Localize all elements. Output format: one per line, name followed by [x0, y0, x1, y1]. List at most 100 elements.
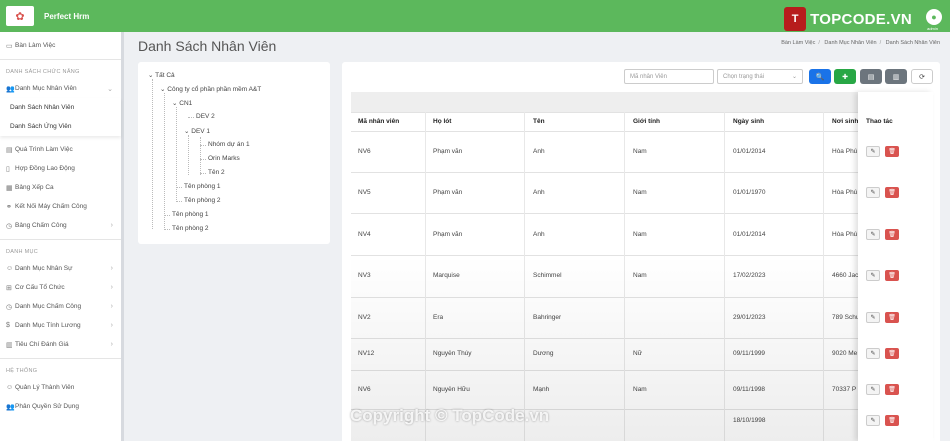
col-header-ho-lot[interactable]: Họ lót: [433, 118, 451, 125]
delete-button[interactable]: 🗑: [885, 146, 899, 157]
topcode-text: TOPCODE.VN: [810, 10, 912, 28]
sidebar-item-phan-quyen[interactable]: 👥 Phân Quyền Sử Dụng: [0, 397, 121, 416]
edit-button[interactable]: ✎: [866, 415, 880, 426]
edit-icon: ✎: [870, 387, 876, 393]
col-header-ngay-sinh[interactable]: Ngày sinh: [733, 118, 764, 125]
status-select[interactable]: Chọn trạng thái ⌄: [717, 69, 803, 84]
tree-node-nhom-du-an[interactable]: Nhóm dự án 1: [208, 141, 250, 148]
table-cell: NV4: [358, 231, 371, 238]
sidebar-item-hop-dong[interactable]: ▯ Hợp Đồng Lao Động: [0, 159, 121, 178]
table-cell: Era: [433, 314, 444, 321]
export-button[interactable]: ▤: [860, 69, 882, 84]
tree-node-ten-phong-2[interactable]: Tên phòng 2: [184, 197, 221, 204]
breadcrumb-item: Danh Sách Nhân Viên: [885, 40, 940, 46]
employee-code-search-input[interactable]: Mã nhân Viên: [624, 69, 714, 84]
tree-node-label: CN1: [179, 100, 193, 107]
delete-button[interactable]: 🗑: [885, 384, 899, 395]
edit-button[interactable]: ✎: [866, 146, 880, 157]
app-logo[interactable]: ✿: [6, 6, 34, 26]
sidebar: ▭ Bàn Làm Việc DANH SÁCH CHỨC NĂNG 👥 Dan…: [0, 32, 124, 441]
tree-node-label: DEV 1: [191, 128, 211, 135]
table-cell: Hòa Phú: [832, 148, 858, 155]
refresh-button[interactable]: ⟳: [911, 69, 933, 84]
col-header-ma-nv[interactable]: Mã nhân viên: [358, 118, 399, 125]
table-col-line: [524, 112, 525, 441]
edit-button[interactable]: ✎: [866, 348, 880, 359]
tree-node-dev1[interactable]: ⌄ DEV 1: [184, 127, 210, 135]
sidebar-item-ban-lam-viec[interactable]: ▭ Bàn Làm Việc: [0, 36, 121, 55]
table-cell: 29/01/2023: [733, 314, 766, 321]
table-col-line: [624, 112, 625, 441]
table-line: [351, 131, 933, 132]
table-cell: Nam: [633, 386, 647, 393]
sidebar-item-dm-cham-cong[interactable]: ◷ Danh Mục Chấm Công ›: [0, 297, 121, 316]
breadcrumb-item[interactable]: Danh Mục Nhân Viên: [824, 40, 876, 46]
sidebar-item-label: Bàn Làm Việc: [15, 42, 56, 49]
tree-node-company[interactable]: ⌄ Công ty cổ phần phần mềm A&T: [160, 85, 261, 93]
search-button[interactable]: 🔍: [809, 69, 831, 84]
sidebar-item-bang-cham-cong[interactable]: ◷ Bảng Chấm Công ›: [0, 216, 121, 235]
tree-node-ten-phong-2b[interactable]: Tên phòng 2: [172, 225, 209, 232]
sidebar-sub-danh-sach-ung-vien[interactable]: Danh Sách Ứng Viên: [0, 117, 121, 136]
tree-node-orin-marks[interactable]: Orin Marks: [208, 155, 240, 162]
edit-button[interactable]: ✎: [866, 384, 880, 395]
file-upload-icon: ▥: [892, 73, 900, 81]
edit-button[interactable]: ✎: [866, 229, 880, 240]
table-cell: 09/11/1999: [733, 350, 766, 357]
sidebar-item-qua-trinh[interactable]: ▤ Quá Trình Làm Việc: [0, 140, 121, 159]
sidebar-group-danh-muc-nhan-vien[interactable]: 👥 Danh Mục Nhân Viên ⌄: [0, 79, 121, 98]
sidebar-item-bang-xep-ca[interactable]: ▦ Bảng Xếp Ca: [0, 178, 121, 197]
delete-button[interactable]: 🗑: [885, 270, 899, 281]
trash-icon: 🗑: [888, 351, 896, 357]
delete-button[interactable]: 🗑: [885, 348, 899, 359]
user-avatar-icon[interactable]: ●: [926, 9, 942, 25]
edit-icon: ✎: [870, 273, 876, 279]
tree-node-ten-phong-1[interactable]: Tên phòng 1: [184, 183, 221, 190]
col-header-ten[interactable]: Tên: [533, 118, 545, 125]
edit-button[interactable]: ✎: [866, 187, 880, 198]
link-icon: ⚭: [6, 203, 12, 211]
table-cell: NV6: [358, 148, 371, 155]
table-col-line: [724, 112, 725, 441]
sidebar-item-quan-ly-thanh-vien[interactable]: ☺ Quản Lý Thành Viên: [0, 378, 121, 397]
trash-icon: 🗑: [888, 273, 896, 279]
table-cell: 09/11/1998: [733, 386, 766, 393]
tree-node-cn1[interactable]: ⌄ CN1: [172, 99, 192, 107]
import-button[interactable]: ▥: [885, 69, 907, 84]
tree-node-ten-phong-1b[interactable]: Tên phòng 1: [172, 211, 209, 218]
sidebar-item-danh-muc-nhan-su[interactable]: ☺ Danh Mục Nhân Sự ›: [0, 259, 121, 278]
sidebar-item-tinh-luong[interactable]: $ Danh Mục Tính Lương ›: [0, 316, 121, 335]
user-icon: ☺: [6, 384, 14, 391]
trash-icon: 🗑: [888, 190, 896, 196]
delete-button[interactable]: 🗑: [885, 229, 899, 240]
action-column: Thao tác ✎ 🗑 ✎ 🗑 ✎ 🗑 ✎ 🗑 ✎ 🗑 ✎ 🗑 ✎ 🗑 ✎ 🗑: [858, 92, 933, 441]
clock-icon: ◷: [6, 303, 13, 311]
edit-button[interactable]: ✎: [866, 270, 880, 281]
table-cell: Marquise: [433, 272, 460, 279]
topcode-badge: T: [784, 7, 807, 31]
sidebar-item-ket-noi[interactable]: ⚭ Kết Nối Máy Chấm Công: [0, 197, 121, 216]
table-cell: Nam: [633, 231, 647, 238]
sidebar-item-label: Hợp Đồng Lao Động: [15, 165, 75, 172]
delete-button[interactable]: 🗑: [885, 415, 899, 426]
sidebar-item-label: Quản Lý Thành Viên: [15, 384, 75, 391]
table-cell: 9020 Me: [832, 350, 858, 357]
sidebar-sub-danh-sach-nhan-vien[interactable]: Danh Sách Nhân Viên: [0, 98, 121, 117]
breadcrumb-item[interactable]: Bàn Làm Việc: [781, 40, 815, 46]
sidebar-item-tieu-chi[interactable]: ▥ Tiêu Chí Đánh Giá ›: [0, 335, 121, 354]
delete-button[interactable]: 🗑: [885, 312, 899, 323]
tree-node-ten2[interactable]: Tên 2: [208, 169, 225, 176]
col-header-noi-sinh[interactable]: Nơi sinh: [832, 118, 858, 125]
delete-button[interactable]: 🗑: [885, 187, 899, 198]
col-header-gioi-tinh[interactable]: Giới tính: [633, 118, 660, 125]
edit-button[interactable]: ✎: [866, 312, 880, 323]
table-cell: NV2: [358, 314, 371, 321]
sidebar-item-co-cau[interactable]: ⊞ Cơ Cấu Tổ Chức ›: [0, 278, 121, 297]
table-line: [351, 172, 933, 173]
org-tree-panel: ⌄ Tất Cả ⌄ Công ty cổ phần phần mềm A&T …: [138, 62, 330, 244]
add-button[interactable]: ✚: [834, 69, 856, 84]
tree-node-dev2[interactable]: DEV 2: [196, 113, 215, 120]
sidebar-item-label: Kết Nối Máy Chấm Công: [15, 203, 87, 210]
breadcrumb-separator: /: [879, 40, 882, 46]
tree-node-root[interactable]: ⌄ Tất Cả: [148, 71, 175, 79]
